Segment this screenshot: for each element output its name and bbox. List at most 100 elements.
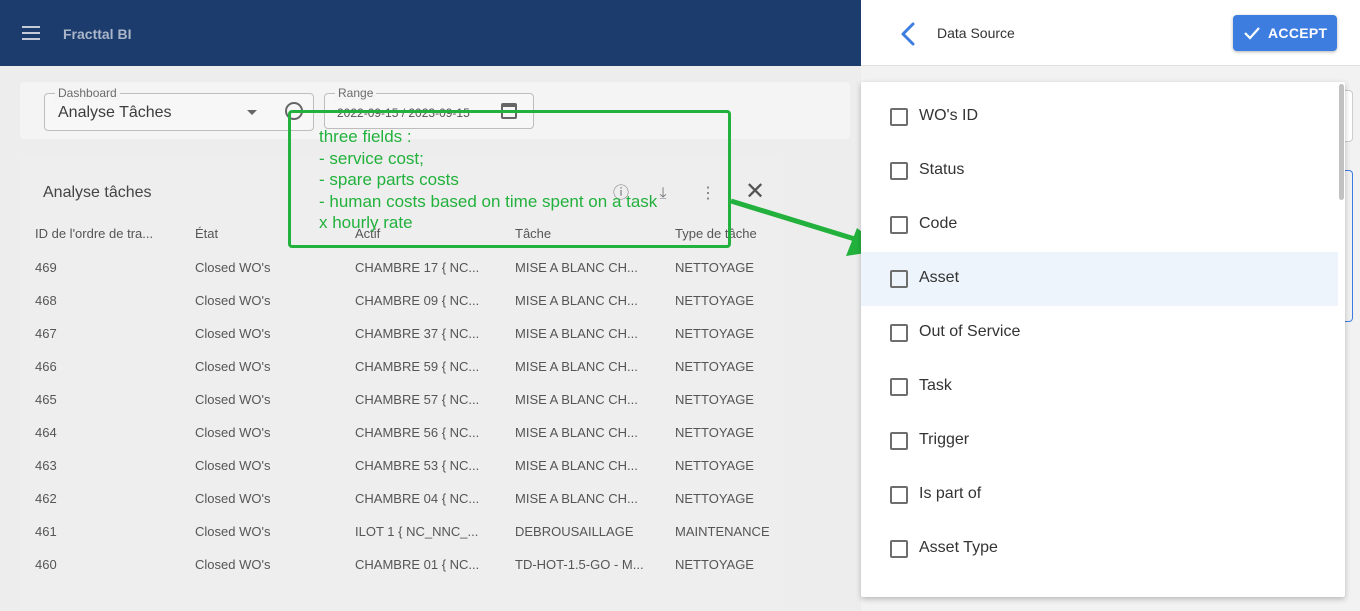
table-cell: Closed WO's (195, 491, 271, 506)
table-cell: CHAMBRE 01 { NC... (355, 557, 480, 572)
table-cell: Closed WO's (195, 293, 271, 308)
chevron-down-icon[interactable] (247, 110, 257, 115)
table-cell: Closed WO's (195, 557, 271, 572)
app-brand: Fracttal BI (63, 26, 132, 42)
column-header[interactable]: État (195, 226, 218, 241)
option-partial[interactable] (861, 586, 1338, 597)
column-header[interactable]: ID de l'ordre de tra... (35, 226, 153, 241)
table-cell: NETTOYAGE (675, 557, 754, 572)
option-item[interactable]: Asset Type (861, 522, 1338, 576)
annotation-line: - service cost; (319, 149, 424, 168)
checkbox[interactable] (890, 540, 908, 558)
table-cell: Closed WO's (195, 458, 271, 473)
close-icon[interactable]: ✕ (745, 180, 765, 204)
table-title: Analyse tâches (43, 184, 152, 201)
table-cell: 467 (35, 326, 57, 341)
option-label: WO's ID (919, 107, 979, 124)
annotation-line: - spare parts costs (319, 170, 459, 189)
table-cell: CHAMBRE 57 { NC... (355, 392, 480, 407)
table-cell: NETTOYAGE (675, 425, 754, 440)
table-cell: CHAMBRE 59 { NC... (355, 359, 480, 374)
table-cell: NETTOYAGE (675, 326, 754, 341)
table-cell: 462 (35, 491, 57, 506)
scrollbar-thumb[interactable] (1339, 84, 1344, 200)
table-cell: CHAMBRE 04 { NC... (355, 491, 480, 506)
option-label: Trigger (919, 431, 970, 448)
data-source-panel: Data Source ACCEPT WO's ID Status Code Asse… (861, 0, 1360, 611)
option-item[interactable]: WO's ID (861, 90, 1338, 144)
annotation-line: three fields : (319, 127, 412, 146)
panel-title: Data Source (937, 25, 1015, 41)
dashboard-select[interactable]: Dashboard Analyse Tâches (44, 86, 314, 131)
annotation-line: - human costs based on time spent on a t… (319, 192, 658, 211)
option-label: Code (919, 215, 958, 232)
checkbox[interactable] (890, 432, 908, 450)
hamburger-icon[interactable] (22, 26, 40, 40)
table-cell: 466 (35, 359, 57, 374)
table-cell: 465 (35, 392, 57, 407)
table-cell: Closed WO's (195, 524, 271, 539)
checkbox[interactable] (890, 162, 908, 180)
option-label: Is part of (919, 485, 982, 502)
dashboard-value: Analyse Tâches (58, 104, 172, 121)
checkbox[interactable] (890, 486, 908, 504)
table-cell: CHAMBRE 09 { NC... (355, 293, 480, 308)
accept-label: ACCEPT (1268, 25, 1328, 41)
table-cell: MISE A BLANC CH... (515, 326, 638, 341)
table-cell: Closed WO's (195, 425, 271, 440)
annotation-line: x hourly rate (319, 213, 413, 232)
option-label: Asset (919, 269, 960, 286)
table-cell: MISE A BLANC CH... (515, 392, 638, 407)
table-cell: Closed WO's (195, 359, 271, 374)
option-item[interactable]: Asset (861, 252, 1338, 306)
option-item[interactable]: Task (861, 360, 1338, 414)
option-item[interactable]: Status (861, 144, 1338, 198)
range-label: Range (335, 86, 377, 100)
option-label: Status (919, 161, 965, 178)
table-cell: MISE A BLANC CH... (515, 260, 638, 275)
option-item[interactable]: Is part of (861, 468, 1338, 522)
table-cell: NETTOYAGE (675, 491, 754, 506)
option-label: Task (919, 377, 952, 394)
panel-header: Data Source ACCEPT (861, 0, 1360, 66)
table-cell: CHAMBRE 17 { NC... (355, 260, 480, 275)
table-cell: MISE A BLANC CH... (515, 359, 638, 374)
checkbox[interactable] (890, 108, 908, 126)
table-cell: Closed WO's (195, 260, 271, 275)
option-label: Out of Service (919, 323, 1021, 340)
table-cell: NETTOYAGE (675, 359, 754, 374)
table-cell: CHAMBRE 56 { NC... (355, 425, 480, 440)
table-cell: Closed WO's (195, 326, 271, 341)
table-cell: MISE A BLANC CH... (515, 293, 638, 308)
option-item[interactable]: Code (861, 198, 1338, 252)
chevron-left-icon[interactable] (897, 20, 921, 48)
background-app: Fracttal BI Dashboard Analyse Tâches Ran… (0, 0, 861, 611)
table-cell: TD-HOT-1.5-GO - M... (515, 557, 644, 572)
option-label: Asset Type (919, 539, 998, 556)
accept-button[interactable]: ACCEPT (1233, 15, 1337, 51)
app-bar: Fracttal BI (0, 0, 861, 66)
table-cell: 464 (35, 425, 57, 440)
table-cell: NETTOYAGE (675, 458, 754, 473)
checkbox[interactable] (890, 378, 908, 396)
checkbox[interactable] (890, 270, 908, 288)
table-cell: NETTOYAGE (675, 260, 754, 275)
checkbox[interactable] (890, 216, 908, 234)
table-cell: CHAMBRE 53 { NC... (355, 458, 480, 473)
table-cell: 460 (35, 557, 57, 572)
table-cell: 468 (35, 293, 57, 308)
table-cell: NETTOYAGE (675, 392, 754, 407)
option-item[interactable]: Trigger (861, 414, 1338, 468)
table-cell: MISE A BLANC CH... (515, 458, 638, 473)
table-cell: Closed WO's (195, 392, 271, 407)
table-cell: MISE A BLANC CH... (515, 491, 638, 506)
table-cell: MAINTENANCE (675, 524, 770, 539)
check-icon (1244, 27, 1260, 40)
table-cell: MISE A BLANC CH... (515, 425, 638, 440)
scrollbar[interactable] (1338, 82, 1345, 597)
checkbox[interactable] (890, 324, 908, 342)
table-cell: 463 (35, 458, 57, 473)
table-cell: DEBROUSAILLAGE (515, 524, 634, 539)
option-item[interactable]: Out of Service (861, 306, 1338, 360)
table-cell: NETTOYAGE (675, 293, 754, 308)
